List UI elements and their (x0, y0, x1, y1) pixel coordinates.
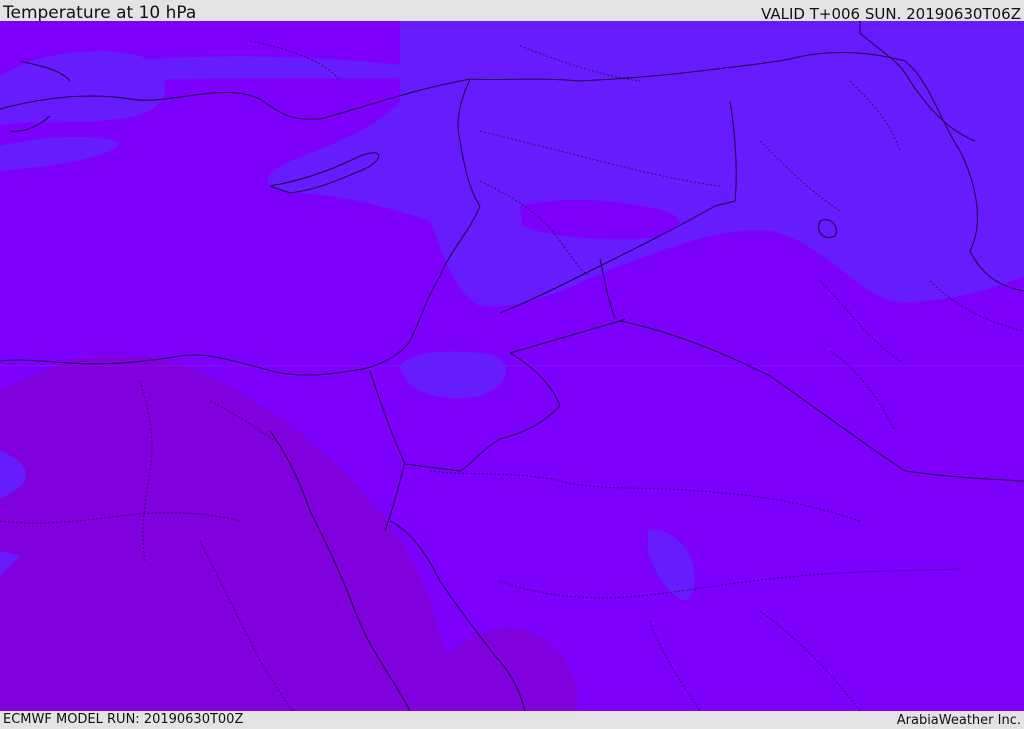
credit-label: ArabiaWeather Inc. (896, 713, 1021, 728)
temperature-map (0, 21, 1024, 711)
chart-title: Temperature at 10 hPa (3, 3, 197, 23)
map-svg (0, 21, 1024, 711)
model-run-label: ECMWF MODEL RUN: 20190630T00Z (3, 712, 244, 727)
